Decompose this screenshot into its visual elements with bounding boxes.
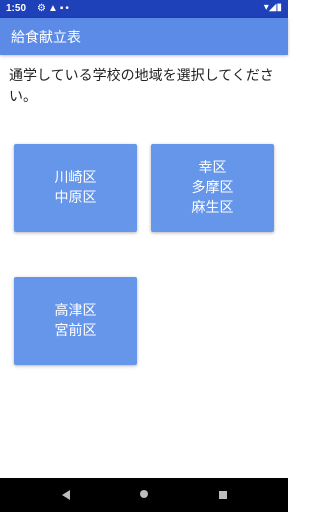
app-title: 給食献立表 (11, 30, 81, 46)
district-button-takatsu-miyamae[interactable]: 高津区 宮前区 (14, 277, 137, 365)
district-label: 川崎区 (54, 170, 97, 186)
home-icon[interactable] (140, 490, 148, 498)
district-button-kawasaki-nakahara[interactable]: 川崎区 中原区 (14, 144, 137, 232)
district-label: 麻生区 (191, 200, 234, 216)
status-time: 1:50 (6, 3, 27, 14)
district-label: 幸区 (198, 160, 227, 176)
district-label: 中原区 (54, 190, 97, 206)
app-bar: 給食献立表 (0, 18, 288, 55)
district-label: 高津区 (54, 303, 97, 319)
recents-icon[interactable] (219, 491, 227, 499)
district-button-saiwai-tama-asao[interactable]: 幸区 多摩区 麻生区 (151, 144, 274, 232)
sim-alert-icon: ▲ (47, 3, 60, 14)
battery-icon: ▮ (276, 2, 282, 13)
gear-icon: ⚙ (37, 3, 48, 14)
status-bar: 1:50 ⚙▲▪• ▾◢▮ (0, 0, 288, 18)
status-left-icons: ⚙▲▪• (37, 3, 71, 14)
district-label: 多摩区 (191, 180, 234, 196)
back-icon[interactable] (62, 490, 70, 500)
status-right-icons: ▾◢▮ (264, 2, 282, 13)
district-label: 宮前区 (54, 323, 97, 339)
instruction-text: 通学している学校の地域を選択してください。 (9, 68, 274, 105)
dot-icon: • (65, 3, 71, 14)
